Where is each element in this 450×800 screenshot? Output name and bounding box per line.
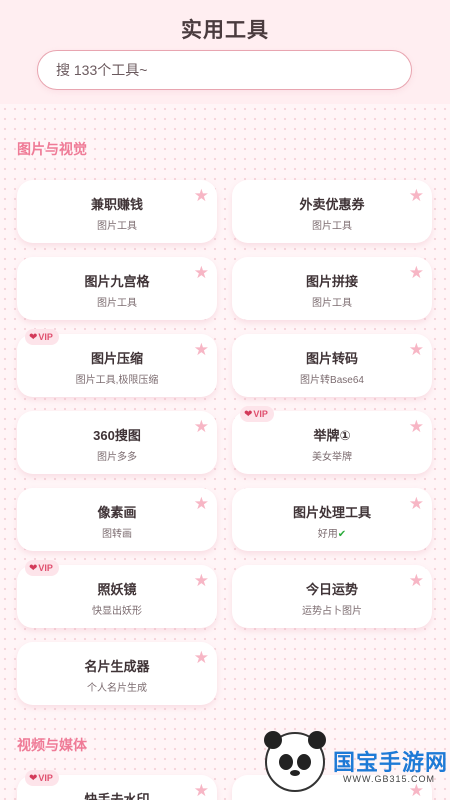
tool-name: 名片生成器 <box>84 659 150 674</box>
star-icon[interactable]: ★ <box>409 495 424 512</box>
vip-badge: ❤ VIP <box>25 329 59 345</box>
star-icon[interactable]: ★ <box>409 341 424 358</box>
tool-list[interactable]: 图片与视觉 兼职赚钱 图片工具 ★ 外卖优惠券 图片工具 ★ 图片九宫格 图片工… <box>0 104 450 800</box>
tool-card[interactable]: ❤ VIP 快手去水印 ★ <box>17 770 217 800</box>
tool-name: 360搜图 <box>93 428 141 443</box>
section-title-video: 视频与媒体 <box>17 737 87 753</box>
tool-desc: 图片工具 <box>312 298 352 309</box>
tool-desc: 运势占卜图片 <box>302 606 362 617</box>
star-icon[interactable]: ★ <box>409 418 424 435</box>
tool-name: 图片拼接 <box>305 274 358 289</box>
heart-icon: ❤ <box>29 772 38 784</box>
page-title: 实用工具 <box>181 19 269 42</box>
vip-label: VIP <box>38 332 53 342</box>
heart-icon: ❤ <box>29 331 38 343</box>
star-icon[interactable]: ★ <box>194 649 209 666</box>
section-title-image: 图片与视觉 <box>17 141 87 157</box>
vip-label: VIP <box>253 409 268 419</box>
star-icon[interactable]: ★ <box>409 572 424 589</box>
heart-icon: ❤ <box>29 562 38 574</box>
tool-desc: 图片工具 <box>97 221 137 232</box>
tool-desc: 个人名片生成 <box>87 683 147 694</box>
watermark-url: WWW.GB315.COM <box>343 774 436 784</box>
search-input[interactable]: 搜 133个工具~ <box>37 50 412 90</box>
tool-card[interactable]: 外卖优惠券 图片工具 ★ <box>232 180 432 243</box>
tool-name: 照妖镜 <box>97 582 137 597</box>
vip-badge: ❤ VIP <box>25 770 59 786</box>
star-icon[interactable]: ★ <box>194 782 209 799</box>
vip-badge: ❤ VIP <box>240 406 274 422</box>
tool-card[interactable]: 360搜图 图片多多 ★ <box>17 411 217 474</box>
tool-desc-text: 好用 <box>317 529 338 540</box>
tool-desc: 美女举牌 <box>312 452 352 463</box>
tool-name: 快手去水印 <box>84 792 150 800</box>
tool-card[interactable]: ❤ VIP 照妖镜 快显出妖形 ★ <box>17 560 217 628</box>
tool-name: 像素画 <box>97 505 137 520</box>
tool-desc: 图片多多 <box>97 452 137 463</box>
tool-card[interactable]: 图片转码 图片转Base64 ★ <box>232 334 432 397</box>
panda-logo <box>264 731 326 792</box>
header: 实用工具 搜 133个工具~ <box>0 0 450 104</box>
tool-card[interactable]: 图片拼接 图片工具 ★ <box>232 257 432 320</box>
star-icon[interactable]: ★ <box>194 264 209 281</box>
tool-desc: 图转画 <box>102 529 132 540</box>
tool-name: 举牌① <box>313 428 351 443</box>
tool-card[interactable]: 图片处理工具 好用✔ ★ <box>232 488 432 551</box>
tool-name: 图片九宫格 <box>84 274 150 289</box>
tool-desc: 快显出妖形 <box>92 606 142 617</box>
tool-name: 兼职赚钱 <box>90 197 143 212</box>
tool-card[interactable]: ❤ VIP 举牌① 美女举牌 ★ <box>232 406 432 474</box>
tool-card[interactable]: 像素画 图转画 ★ <box>17 488 217 551</box>
tool-card[interactable]: 今日运势 运势占卜图片 ★ <box>232 565 432 628</box>
star-icon[interactable]: ★ <box>409 187 424 204</box>
star-icon[interactable]: ★ <box>194 572 209 589</box>
tool-desc: 图片工具 <box>97 298 137 309</box>
tool-desc: 好用✔ <box>232 525 432 540</box>
check-icon: ✔ <box>337 529 347 540</box>
tool-card[interactable]: ❤ VIP 图片压缩 图片工具,极限压缩 ★ <box>17 329 217 397</box>
star-icon[interactable]: ★ <box>194 187 209 204</box>
vip-label: VIP <box>38 773 53 783</box>
search-placeholder: 搜 133个工具~ <box>56 62 148 78</box>
tool-name: 图片处理工具 <box>292 505 371 520</box>
tool-card[interactable]: 图片九宫格 图片工具 ★ <box>17 257 217 320</box>
star-icon[interactable]: ★ <box>194 418 209 435</box>
tool-desc: 图片转Base64 <box>300 375 364 386</box>
heart-icon: ❤ <box>244 408 253 420</box>
vip-badge: ❤ VIP <box>25 560 59 576</box>
star-icon[interactable]: ★ <box>409 264 424 281</box>
watermark-logo: 国宝手游网 <box>333 750 449 775</box>
tool-name: 图片转码 <box>305 351 358 366</box>
vip-label: VIP <box>38 563 53 573</box>
star-icon[interactable]: ★ <box>194 495 209 512</box>
tool-card[interactable]: 兼职赚钱 图片工具 ★ <box>17 180 217 243</box>
tool-desc: 图片工具,极限压缩 <box>75 375 159 386</box>
star-icon[interactable]: ★ <box>194 341 209 358</box>
tool-desc: 图片工具 <box>312 221 352 232</box>
tool-card[interactable]: 名片生成器 个人名片生成 ★ <box>17 642 217 705</box>
tool-name: 图片压缩 <box>90 351 143 366</box>
watermark: 国宝手游网 WWW.GB315.COM <box>264 730 450 800</box>
tool-name: 今日运势 <box>305 582 358 597</box>
tool-name: 外卖优惠券 <box>299 197 365 212</box>
